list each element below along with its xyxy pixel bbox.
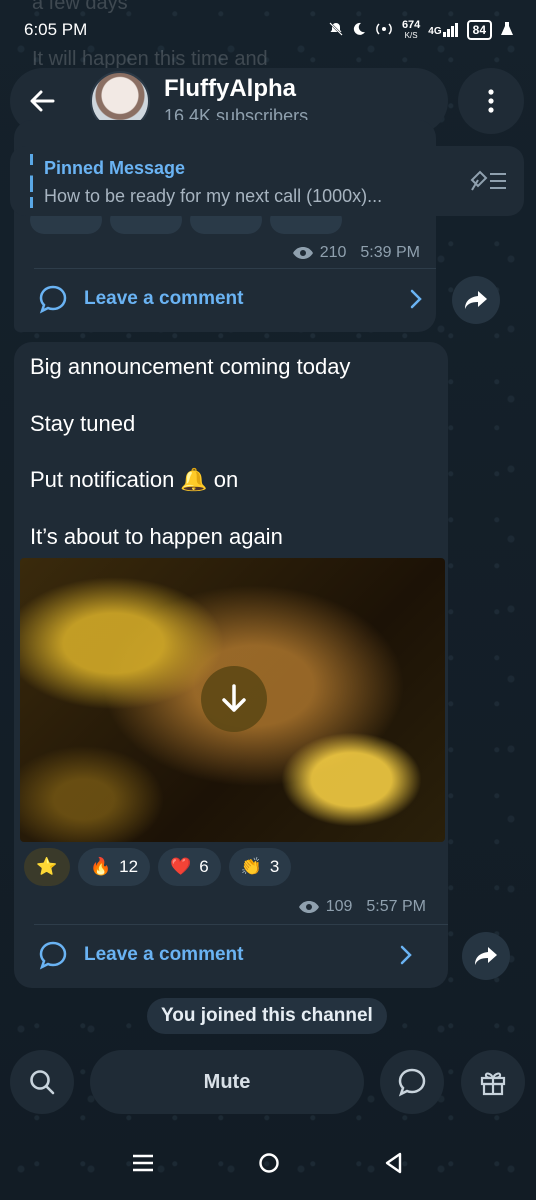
download-arrow-icon [222, 684, 246, 712]
reaction-star[interactable]: ⭐ [24, 848, 70, 886]
more-menu-button[interactable] [458, 68, 524, 134]
net-speed: 674 K/S [401, 18, 421, 40]
signal-icon: 4G [428, 23, 458, 37]
mute-button[interactable]: Mute [90, 1050, 364, 1114]
chevron-right-icon [410, 289, 422, 309]
download-button[interactable] [201, 666, 267, 732]
back-triangle-icon [385, 1152, 402, 1173]
status-time: 6:05 PM [24, 20, 88, 39]
star-emoji: ⭐ [36, 857, 58, 876]
home-circle-icon [259, 1152, 279, 1173]
menu-lines-icon [133, 1154, 153, 1171]
message-meta: 210 5:39 PM [292, 244, 420, 262]
heart-emoji: ❤️ [170, 857, 192, 876]
message-text: on [213, 467, 239, 492]
back-nav-button[interactable] [384, 1152, 404, 1179]
share-arrow-icon [465, 291, 487, 309]
view-count: 210 [319, 244, 347, 261]
search-button[interactable] [10, 1050, 74, 1114]
message-text: It’s about to happen again [30, 524, 283, 549]
moon-icon [352, 22, 366, 39]
status-icons: 674 K/S 4G 84 [328, 18, 514, 41]
views-eye-icon [298, 901, 319, 913]
pinned-list-button[interactable] [468, 166, 508, 199]
chat-bubble-icon [398, 1068, 426, 1097]
comment-bubble-icon [39, 941, 67, 970]
pin-list-icon [470, 170, 506, 191]
mute-notification-icon [328, 21, 344, 40]
battery-icon: 84 [466, 20, 492, 40]
pinned-indicator [30, 154, 33, 208]
pinned-title: Pinned Message [44, 158, 186, 178]
media-preview[interactable] [20, 558, 445, 842]
view-count: 109 [325, 898, 353, 915]
message-text: Big announcement coming today [30, 354, 351, 379]
recents-button[interactable] [132, 1153, 154, 1178]
message-time: 5:39 PM [360, 244, 420, 261]
leave-comment-label: Leave a comment [84, 944, 244, 965]
clap-emoji: 👏 [240, 857, 262, 876]
message-text: Stay tuned [30, 411, 136, 436]
message-text: Put notification [30, 467, 175, 492]
divider [34, 924, 448, 925]
status-bar: 6:05 PM 674 K/S 4G 84 [0, 0, 536, 60]
share-button[interactable] [462, 932, 510, 980]
channel-name: FluffyAlpha [164, 75, 296, 102]
pinned-text: How to be ready for my next call (1000x)… [44, 186, 383, 206]
chevron-right-icon [400, 945, 412, 965]
discussion-button[interactable] [380, 1050, 444, 1114]
hotspot-icon [374, 22, 394, 39]
search-icon [30, 1070, 55, 1095]
bell-emoji: 🔔 [180, 467, 208, 492]
views-eye-icon [292, 247, 313, 259]
reaction-count: 12 [119, 857, 139, 876]
gift-button[interactable] [461, 1050, 525, 1114]
fire-emoji: 🔥 [90, 857, 112, 876]
bottom-action-bar: Mute [0, 1050, 536, 1116]
share-arrow-icon [475, 947, 497, 965]
leave-comment-label: Leave a comment [84, 288, 244, 309]
message-time: 5:57 PM [366, 898, 426, 915]
comment-bubble-icon [39, 285, 67, 314]
reactions-row: ⭐ 🔥 12 ❤️ 6 👏 3 [24, 848, 292, 886]
reaction-heart[interactable]: ❤️ 6 [158, 848, 221, 886]
message-meta: 109 5:57 PM [298, 898, 426, 916]
reaction-clap[interactable]: 👏 3 [228, 848, 292, 886]
message-text-line: Put notification 🔔 on [30, 467, 238, 493]
gift-icon [480, 1072, 506, 1096]
share-button[interactable] [452, 276, 500, 324]
reaction-count: 6 [199, 857, 209, 876]
service-message: You joined this channel [147, 998, 387, 1034]
system-navigation-bar [0, 1140, 536, 1190]
pinned-message-bar[interactable]: Pinned Message How to be ready for my ne… [10, 146, 524, 216]
home-button[interactable] [258, 1152, 280, 1179]
flask-icon [500, 21, 514, 40]
reaction-count: 3 [269, 857, 280, 876]
more-vertical-icon [488, 89, 494, 113]
message-bubble[interactable]: Big announcement coming today Stay tuned… [14, 342, 448, 988]
leave-comment-row[interactable]: Leave a comment [38, 284, 422, 314]
back-arrow-icon [30, 90, 55, 112]
reaction-fire[interactable]: 🔥 12 [78, 848, 151, 886]
leave-comment-row[interactable]: Leave a comment [38, 940, 412, 970]
divider [34, 268, 436, 269]
